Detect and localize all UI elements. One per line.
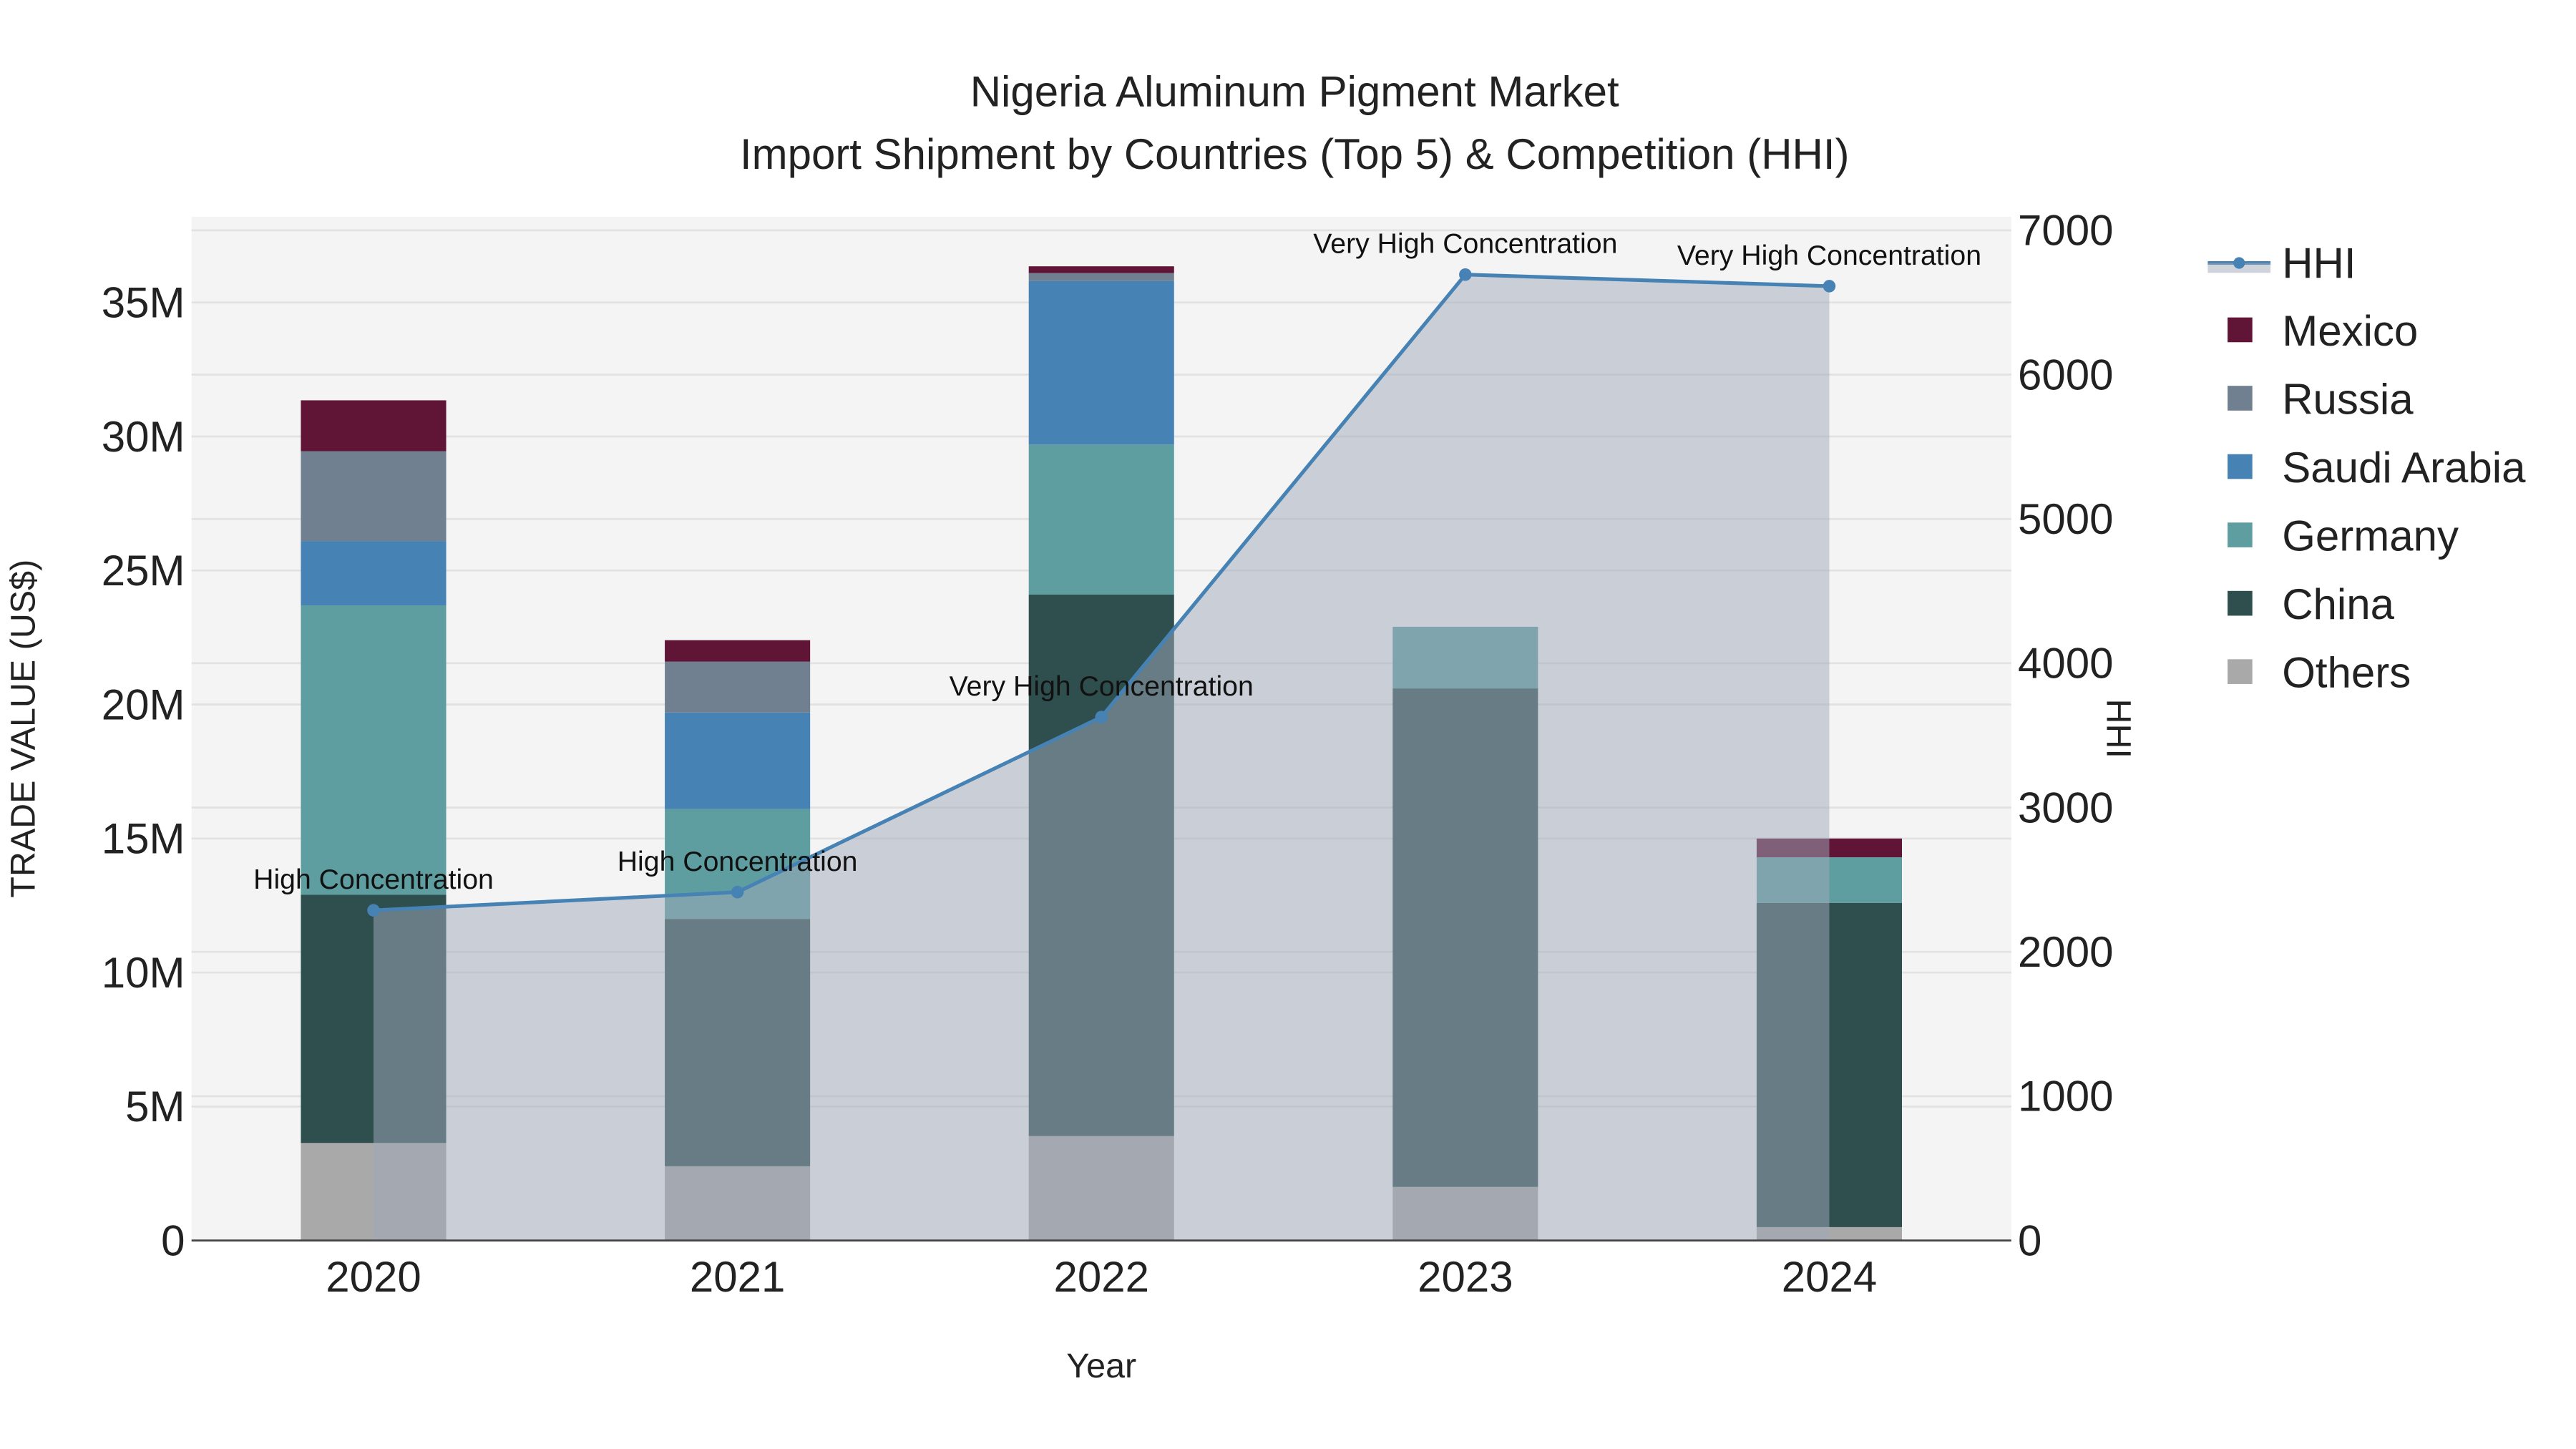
bar-russia bbox=[301, 451, 447, 542]
y-tick-label: 25M bbox=[102, 547, 185, 595]
legend-swatch-russia bbox=[2228, 386, 2253, 411]
y2-tick-label: 3000 bbox=[2018, 784, 2113, 831]
y2-tick-label: 4000 bbox=[2018, 640, 2113, 688]
y-tick-label: 30M bbox=[102, 413, 185, 461]
hhi-annotation: High Concentration bbox=[618, 846, 858, 877]
hhi-point bbox=[367, 904, 380, 917]
bar-russia bbox=[665, 661, 811, 713]
bar-saudi-arabia bbox=[1028, 280, 1174, 445]
bar-germany bbox=[301, 605, 447, 895]
x-tick-label: 2022 bbox=[1053, 1253, 1148, 1301]
legend-label: China bbox=[2282, 580, 2394, 628]
hhi-point bbox=[731, 886, 744, 899]
bar-germany bbox=[1028, 444, 1174, 595]
hhi-point bbox=[1459, 268, 1472, 281]
legend-label: Others bbox=[2282, 649, 2411, 697]
hhi-point bbox=[1095, 711, 1108, 723]
legend-swatch-others bbox=[2228, 659, 2253, 684]
bar-russia bbox=[1028, 273, 1174, 281]
y-tick-label: 20M bbox=[102, 680, 185, 728]
x-tick-label: 2021 bbox=[690, 1253, 785, 1301]
chart: Nigeria Aluminum Pigment Market Import S… bbox=[4, 67, 2526, 1385]
legend-label: Germany bbox=[2282, 512, 2459, 560]
legend-swatch-saudi-arabia bbox=[2228, 454, 2253, 479]
y-tick-label: 5M bbox=[125, 1083, 185, 1131]
bar-saudi-arabia bbox=[665, 712, 811, 809]
x-tick-label: 2020 bbox=[326, 1253, 421, 1301]
y-tick-label: 35M bbox=[102, 279, 185, 327]
legend-swatch-china bbox=[2228, 590, 2253, 616]
legend-label: Saudi Arabia bbox=[2282, 444, 2526, 492]
bar-mexico bbox=[1028, 266, 1174, 273]
legend-swatch-mexico bbox=[2228, 317, 2253, 343]
x-tick-label: 2024 bbox=[1782, 1253, 1877, 1301]
legend-hhi-marker-icon bbox=[2233, 257, 2245, 269]
chart-title: Nigeria Aluminum Pigment Market bbox=[970, 67, 1619, 115]
hhi-annotation: Very High Concentration bbox=[1677, 240, 1981, 271]
y2-tick-label: 1000 bbox=[2018, 1073, 2113, 1121]
bar-mexico bbox=[665, 640, 811, 662]
y2-axis-label: HHI bbox=[2099, 699, 2138, 758]
y2-tick-label: 5000 bbox=[2018, 495, 2113, 543]
y2-tick-label: 0 bbox=[2018, 1216, 2041, 1264]
bar-mexico bbox=[301, 400, 447, 452]
chart-subtitle: Import Shipment by Countries (Top 5) & C… bbox=[740, 130, 1850, 178]
legend-label: Mexico bbox=[2282, 307, 2418, 355]
y2-tick-label: 2000 bbox=[2018, 928, 2113, 976]
legend-label: Russia bbox=[2282, 375, 2414, 423]
hhi-annotation: Very High Concentration bbox=[1313, 228, 1617, 260]
y2-tick-label: 7000 bbox=[2018, 207, 2113, 255]
legend-swatch-germany bbox=[2228, 522, 2253, 547]
y2-tick-label: 6000 bbox=[2018, 351, 2113, 399]
bar-saudi-arabia bbox=[301, 541, 447, 605]
y-tick-label: 0 bbox=[161, 1216, 185, 1264]
y-axis-label: TRADE VALUE (US$) bbox=[4, 560, 42, 898]
legend: HHI Mexico Russia Saudi Arabia Germany China O… bbox=[2207, 239, 2526, 697]
legend-label-hhi: HHI bbox=[2282, 239, 2356, 287]
y-tick-label: 10M bbox=[102, 949, 185, 997]
hhi-annotation: Very High Concentration bbox=[950, 670, 1254, 702]
x-axis-label: Year bbox=[1066, 1347, 1136, 1385]
hhi-annotation: High Concentration bbox=[253, 864, 494, 895]
hhi-point bbox=[1823, 280, 1836, 293]
x-tick-label: 2023 bbox=[1418, 1253, 1513, 1301]
y-tick-label: 15M bbox=[102, 815, 185, 863]
